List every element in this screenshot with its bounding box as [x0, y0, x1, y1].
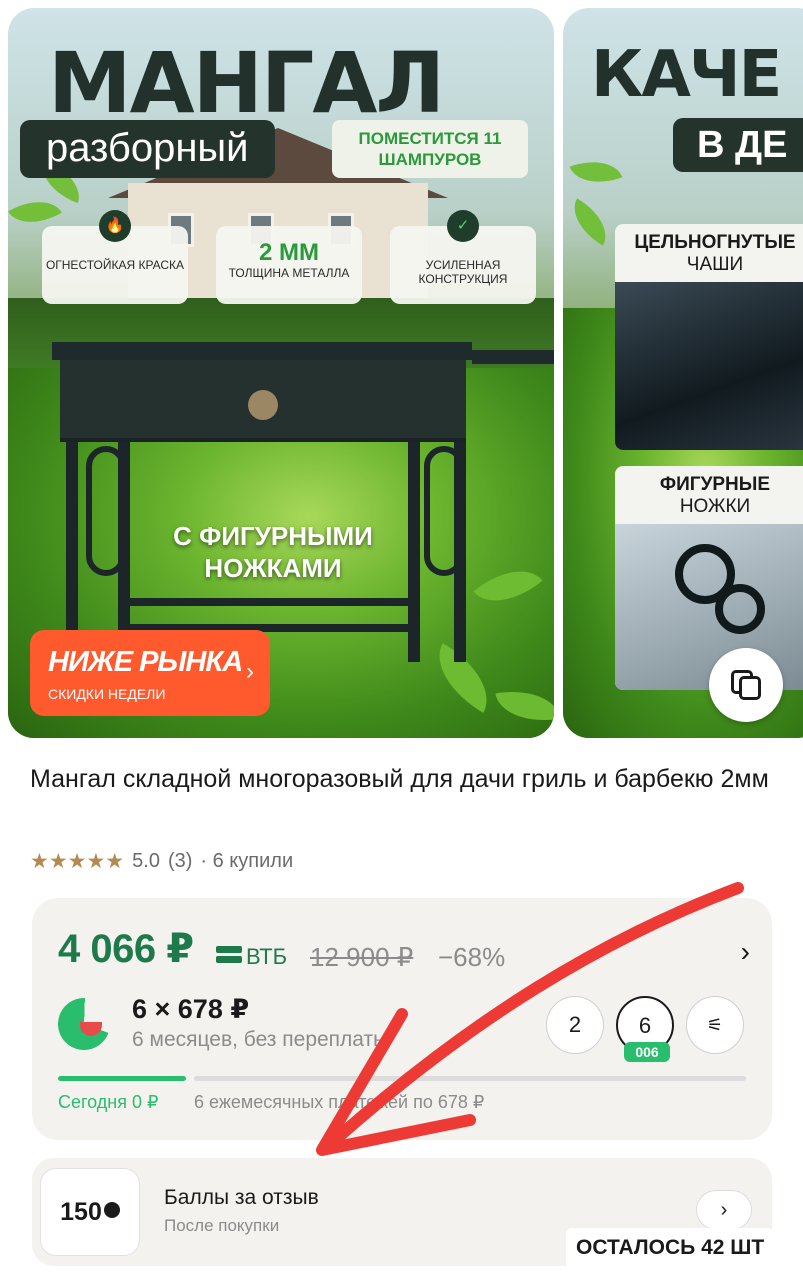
current-price: 4 066 ₽ — [58, 927, 194, 971]
skewer-capacity-label: ПОМЕСТИТСЯ 11 ШАМПУРОВ — [332, 120, 528, 178]
price-card[interactable]: 4 066 ₽ ВТБ 12 900 ₽ −68% › 6 × 678 ₽ 6 … — [32, 898, 772, 1140]
coin-icon — [103, 1202, 120, 1218]
flame-icon: 🔥 — [99, 210, 131, 242]
paid-progress — [58, 1076, 186, 1081]
purchase-count: · 6 купили — [200, 849, 294, 872]
points-badge: 150 — [40, 1168, 140, 1256]
grill-rail — [118, 598, 418, 606]
slide-title: КАЧЕ — [591, 38, 782, 112]
feature-reinforced: ✓ УСИЛЕННАЯ КОНСТРУКЦИЯ — [390, 210, 536, 304]
legs-caption: С ФИГУРНЫМИ НОЖКАМИ — [173, 521, 373, 583]
bank-card-icon — [216, 946, 242, 964]
compare-button[interactable] — [709, 648, 783, 722]
discount-percent: −68% — [438, 942, 506, 972]
installment-terms: 6 месяцев, без переплаты — [132, 1028, 389, 1051]
feature-panel-bowls: ЦЕЛЬНОГНУТЫЕ ЧАШИ — [615, 224, 803, 450]
old-price: 12 900 ₽ — [310, 942, 414, 972]
gallery-slide-1[interactable]: МАНГАЛ разборный ПОМЕСТИТСЯ 11 ШАМПУРОВ … — [8, 8, 554, 738]
slide-subtitle: разборный — [20, 120, 275, 178]
feature-fireproof: 🔥 ОГНЕСТОЙКАЯ КРАСКА — [42, 210, 188, 304]
review-points-title: Баллы за отзыв — [164, 1186, 319, 1209]
feature-thickness: 2 ММ ТОЛЩИНА МЕТАЛЛА — [216, 226, 362, 304]
review-count[interactable]: (3) — [168, 850, 192, 873]
promo-title: НИЖЕ РЫНКА — [48, 646, 243, 678]
slide-title: МАНГАЛ — [48, 34, 445, 132]
term-option-2[interactable]: 2 — [546, 996, 604, 1054]
installment-amount: 6 × 678 ₽ — [132, 994, 250, 1024]
copy-icon — [739, 676, 761, 700]
promo-subtitle: СКИДКИ НЕДЕЛИ — [48, 686, 166, 702]
feature-label: ОГНЕСТОЙКАЯ КРАСКА — [45, 258, 185, 272]
rating-row[interactable]: ★★★★★ 5.0 (3) · 6 купили — [30, 846, 301, 876]
grill-shelf — [472, 350, 554, 364]
pay-today-label: Сегодня 0 ₽ — [58, 1092, 159, 1112]
stock-remaining-label: ОСТАЛОСЬ 42 ШТ — [566, 1228, 775, 1268]
points-value: 150 — [60, 1198, 102, 1226]
panel-subtitle: ЧАШИ — [686, 254, 744, 275]
chevron-right-icon[interactable]: › — [741, 936, 750, 968]
monthly-payments-label: 6 ежемесячных платежей по 678 ₽ — [194, 1092, 485, 1112]
bank-name: ВТБ — [246, 944, 288, 969]
gallery-slide-2[interactable]: КАЧЕ В ДЕ ЦЕЛЬНОГНУТЫЕ ЧАШИ ФИГУРНЫЕ НОЖКИ — [563, 8, 803, 738]
slide-subtitle: В ДЕ — [673, 118, 803, 172]
shield-check-icon: ✓ — [447, 210, 479, 242]
grill-rim — [52, 342, 472, 360]
panel-title: ЦЕЛЬНОГНУТЫЕ — [634, 232, 796, 253]
grill-ornament — [248, 390, 278, 420]
grill-image — [52, 326, 554, 662]
leg-curl — [715, 584, 765, 634]
rating-value: 5.0 — [132, 849, 160, 872]
product-title: Мангал складной многоразовый для дачи гр… — [30, 765, 769, 793]
star-rating-icon: ★★★★★ — [30, 849, 125, 873]
review-points-subtitle: После покупки — [164, 1216, 280, 1235]
panel-subtitle: НОЖКИ — [679, 496, 751, 517]
chevron-right-icon[interactable]: › — [696, 1190, 752, 1230]
remaining-progress — [194, 1076, 746, 1081]
feature-label: ТОЛЩИНА МЕТАЛЛА — [228, 266, 350, 280]
below-market-promo[interactable]: НИЖЕ РЫНКА СКИДКИ НЕДЕЛИ › — [30, 630, 270, 716]
feature-label: УСИЛЕННАЯ КОНСТРУКЦИЯ — [418, 258, 508, 286]
feature-value: 2 ММ — [259, 239, 319, 266]
panel-title: ФИГУРНЫЕ — [659, 474, 771, 495]
chevron-right-icon: › — [246, 658, 254, 685]
leg-swirl — [86, 446, 126, 576]
leg-swirl — [424, 446, 464, 576]
term-badge: 006 — [624, 1042, 670, 1062]
feature-panel-legs: ФИГУРНЫЕ НОЖКИ — [615, 466, 803, 690]
settings-sliders-icon[interactable]: ⚟ — [686, 996, 744, 1054]
image-gallery[interactable]: МАНГАЛ разборный ПОМЕСТИТСЯ 11 ШАМПУРОВ … — [0, 0, 803, 745]
bowl-closeup-image — [615, 282, 803, 450]
grill-leg — [66, 442, 78, 662]
split-logo-icon — [58, 998, 110, 1050]
